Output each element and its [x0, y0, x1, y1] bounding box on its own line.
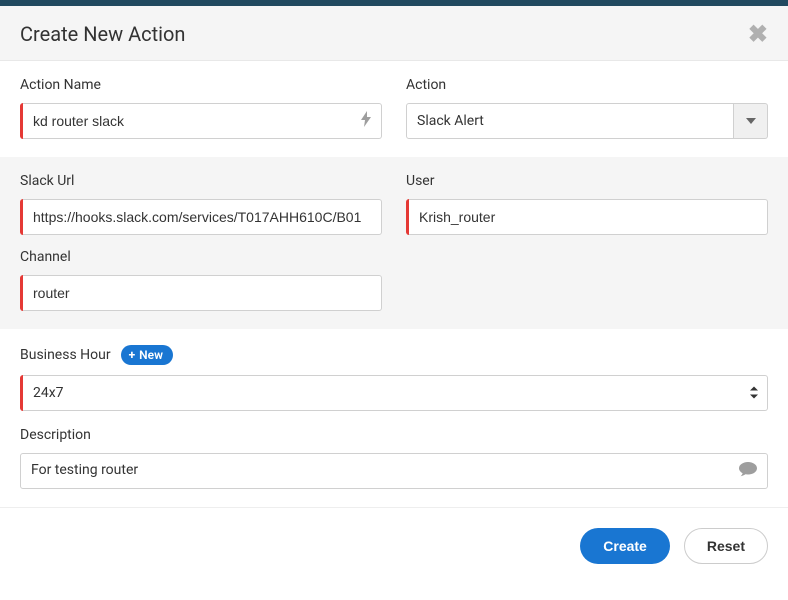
business-hour-label: Business Hour	[20, 347, 111, 363]
create-button[interactable]: Create	[580, 528, 670, 564]
create-action-modal: Create New Action ✖ Action Name Action S…	[0, 6, 788, 580]
section-schedule: Business Hour + New 24x7 Description For…	[0, 329, 788, 507]
modal-title: Create New Action	[20, 22, 185, 46]
business-hour-select[interactable]: 24x7	[23, 375, 768, 411]
action-name-label: Action Name	[20, 77, 382, 93]
slack-url-label: Slack Url	[20, 173, 382, 189]
channel-input-wrapper	[20, 275, 382, 311]
modal-header: Create New Action ✖	[0, 6, 788, 61]
user-input[interactable]	[409, 199, 768, 235]
section-slack-details: Slack Url User Channel	[0, 157, 788, 329]
description-input[interactable]: For testing router	[20, 453, 768, 489]
speech-bubble-icon	[739, 461, 757, 481]
description-label: Description	[20, 427, 768, 443]
modal-footer: Create Reset	[0, 507, 788, 580]
slack-url-input[interactable]	[23, 199, 382, 235]
new-label: New	[139, 348, 163, 362]
close-icon[interactable]: ✖	[748, 22, 768, 46]
channel-input[interactable]	[23, 275, 382, 311]
action-type-select[interactable]: Slack Alert	[406, 103, 768, 139]
user-input-wrapper	[406, 199, 768, 235]
description-value: For testing router	[31, 462, 138, 478]
plus-icon: +	[129, 348, 136, 362]
new-business-hour-button[interactable]: + New	[121, 345, 173, 365]
user-label: User	[406, 173, 768, 189]
action-name-input[interactable]	[23, 103, 382, 139]
action-type-label: Action	[406, 77, 768, 93]
business-hour-label-row: Business Hour + New	[20, 345, 768, 365]
chevron-down-icon	[746, 118, 756, 124]
action-name-input-wrapper	[20, 103, 382, 139]
reset-button[interactable]: Reset	[684, 528, 768, 564]
action-type-value: Slack Alert	[406, 103, 734, 139]
business-hour-select-wrapper: 24x7	[20, 375, 768, 411]
action-type-dropdown-button[interactable]	[734, 103, 768, 139]
channel-label: Channel	[20, 249, 382, 265]
slack-url-input-wrapper	[20, 199, 382, 235]
section-action-basic: Action Name Action Slack Alert	[0, 61, 788, 157]
